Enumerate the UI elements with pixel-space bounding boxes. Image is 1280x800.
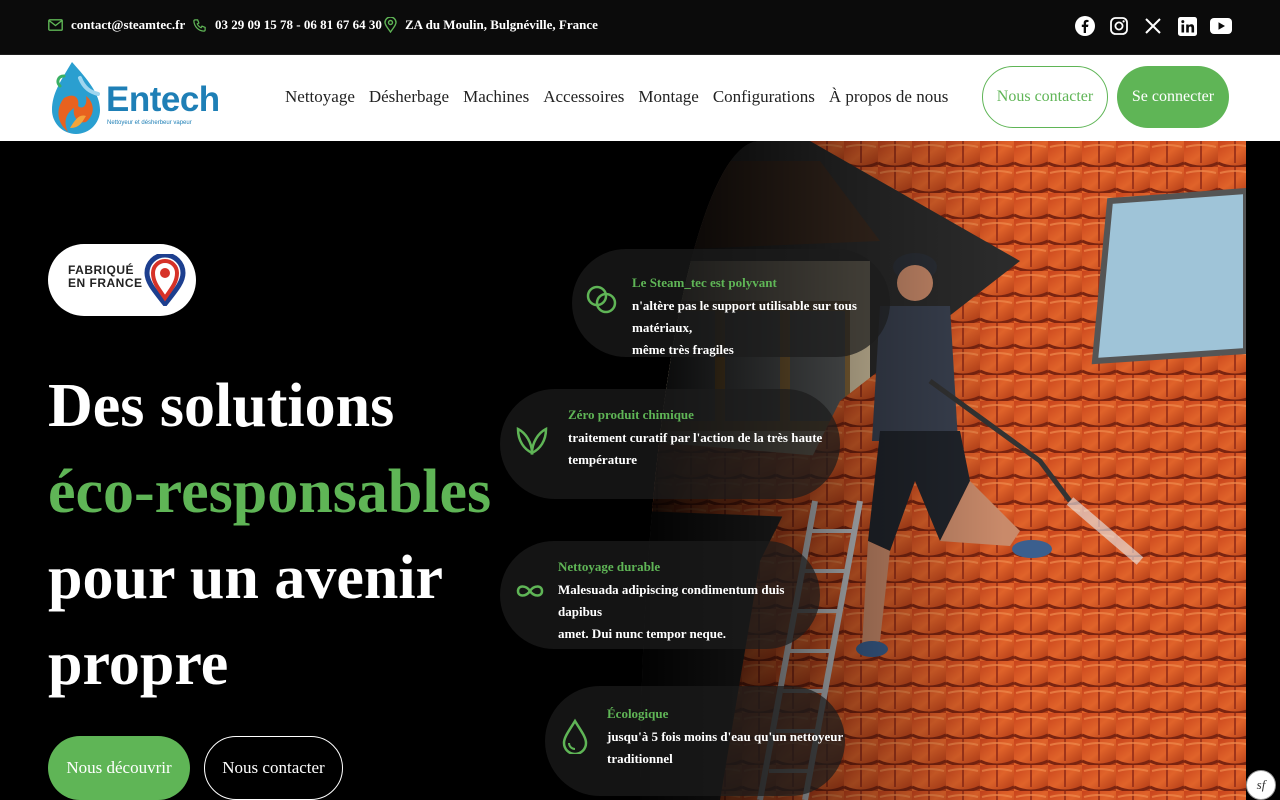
- nav-item-configurations[interactable]: Configurations: [713, 87, 815, 107]
- nav-contact-button[interactable]: Nous contacter: [982, 66, 1108, 128]
- topbar-address-text: ZA du Moulin, Bulgnéville, France: [405, 17, 598, 32]
- feature-desc: traitement curatif par l'action de la tr…: [568, 427, 822, 471]
- hero-headline: Des solutions éco-responsables pour un a…: [48, 363, 491, 707]
- feature-card-ecologique: Écologique jusqu'à 5 fois moins d'eau qu…: [545, 686, 845, 796]
- discover-button[interactable]: Nous découvrir: [48, 736, 190, 800]
- nav-item-montage[interactable]: Montage: [638, 87, 698, 107]
- feature-desc: n'altère pas le support utilisable sur t…: [632, 295, 890, 361]
- headline-line-2: éco-responsables: [48, 458, 492, 526]
- feature-card-zero-chimique: Zéro produit chimique traitement curatif…: [500, 389, 840, 499]
- feature-desc-line: jusqu'à 5 fois moins d'eau qu'un nettoye…: [607, 729, 844, 744]
- feature-desc-line: amet. Dui nunc tempor neque.: [558, 626, 727, 641]
- brand-tagline: Nettoyeur et désherbeur vapeur: [107, 120, 192, 126]
- brand-name: Entech: [106, 80, 220, 119]
- feature-desc: jusqu'à 5 fois moins d'eau qu'un nettoye…: [607, 726, 843, 770]
- rings-icon: [586, 285, 617, 314]
- france-pin-icon: [144, 254, 186, 306]
- topbar-email-text: contact@steamtec.fr: [71, 17, 186, 32]
- feature-desc-line: traditionnel: [607, 751, 673, 766]
- topbar-email[interactable]: contact@steamtec.fr: [48, 17, 185, 33]
- headline-line-3: pour un avenir: [48, 544, 444, 612]
- feature-card-nettoyage-durable: Nettoyage durable Malesuada adipiscing c…: [500, 541, 820, 649]
- nav-menu: Nettoyage Désherbage Machines Accessoire…: [285, 87, 962, 107]
- entech-logo[interactable]: Entech Nettoyeur et désherbeur vapeur: [50, 58, 220, 138]
- made-in-france-badge: FABRIQUÉ EN FRANCE: [48, 244, 196, 316]
- youtube-icon[interactable]: [1210, 15, 1232, 37]
- feature-desc-line: n'altère pas le support utilisable sur t…: [632, 298, 857, 335]
- feature-title: Zéro produit chimique: [568, 407, 694, 422]
- flame-drop-logo-icon: [52, 62, 100, 134]
- topbar-phone-text: 03 29 09 15 78 - 06 81 67 64 30: [215, 17, 382, 32]
- hero-contact-button[interactable]: Nous contacter: [204, 736, 343, 800]
- main-navbar: Entech Nettoyeur et désherbeur vapeur Ne…: [0, 55, 1280, 141]
- symfony-toolbar-toggle[interactable]: sf: [1246, 770, 1276, 800]
- location-pin-icon: [384, 17, 397, 33]
- feature-card-polyvalent: Le Steam_tec est polyvant n'altère pas l…: [572, 249, 890, 357]
- phone-icon: [193, 18, 206, 32]
- nav-item-desherbage[interactable]: Désherbage: [369, 87, 449, 107]
- badge-text: FABRIQUÉ EN FRANCE: [68, 264, 143, 290]
- water-drop-icon: [562, 718, 588, 754]
- mail-icon: [48, 19, 63, 31]
- nav-item-accessoires[interactable]: Accessoires: [543, 87, 624, 107]
- nav-item-machines[interactable]: Machines: [463, 87, 529, 107]
- feature-desc-line: température: [568, 452, 638, 467]
- top-bar: contact@steamtec.fr 03 29 09 15 78 - 06 …: [0, 0, 1280, 55]
- feature-title: Le Steam_tec est polyvant: [632, 275, 777, 290]
- nav-item-nettoyage[interactable]: Nettoyage: [285, 87, 355, 107]
- login-button[interactable]: Se connecter: [1117, 66, 1229, 128]
- feature-desc-line: traitement curatif par l'action de la tr…: [568, 430, 823, 445]
- hero-section: FABRIQUÉ EN FRANCE Des solutions éco-res…: [0, 141, 1280, 800]
- headline-line-1: Des solutions: [48, 372, 395, 440]
- leaves-icon: [516, 426, 548, 456]
- feature-desc-line: Malesuada adipiscing condimentum duis da…: [558, 582, 785, 619]
- headline-line-4: propre: [48, 630, 229, 698]
- instagram-icon[interactable]: [1108, 15, 1130, 37]
- linkedin-icon[interactable]: [1176, 15, 1198, 37]
- topbar-address[interactable]: ZA du Moulin, Bulgnéville, France: [384, 17, 598, 33]
- facebook-icon[interactable]: [1074, 15, 1096, 37]
- topbar-phone[interactable]: 03 29 09 15 78 - 06 81 67 64 30: [192, 17, 382, 33]
- feature-desc: Malesuada adipiscing condimentum duis da…: [558, 579, 820, 645]
- nav-item-a-propos[interactable]: À propos de nous: [829, 87, 948, 107]
- x-icon[interactable]: [1142, 15, 1164, 37]
- feature-title: Écologique: [607, 706, 669, 721]
- badge-line-2: EN FRANCE: [68, 276, 143, 290]
- feature-title: Nettoyage durable: [558, 559, 661, 574]
- social-links: [1074, 15, 1232, 37]
- feature-desc-line: même très fragiles: [632, 342, 734, 357]
- infinity-icon: [516, 585, 544, 597]
